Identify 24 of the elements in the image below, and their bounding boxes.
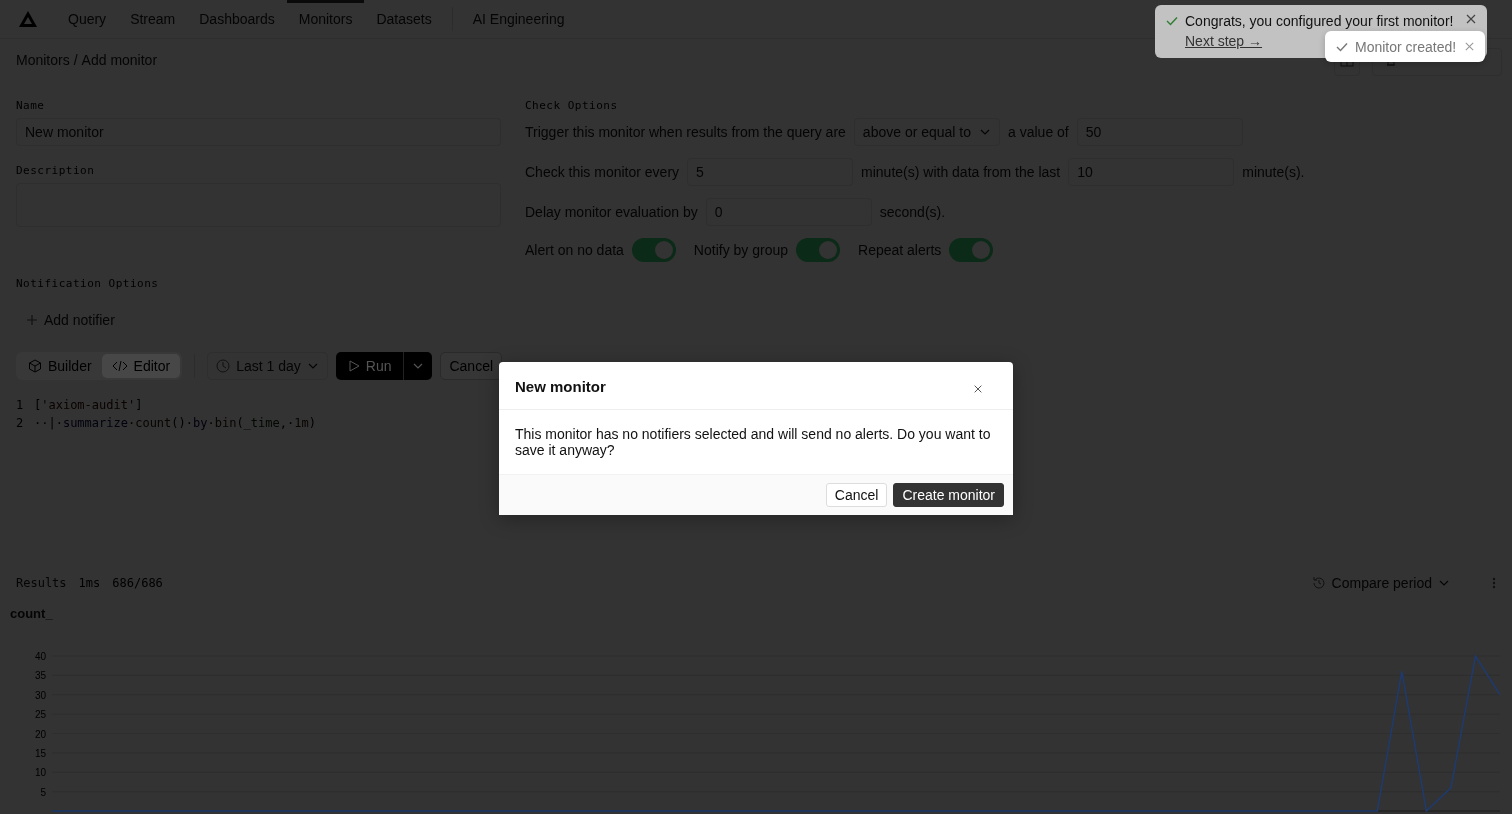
toast-message: Monitor created! xyxy=(1355,38,1457,55)
toggle-switch[interactable] xyxy=(631,238,676,262)
clock-icon xyxy=(216,359,231,373)
play-icon xyxy=(347,360,360,372)
code-icon xyxy=(111,360,128,372)
logo-icon[interactable] xyxy=(18,10,38,28)
toast-message: Congrats, you configured your first monitor! xyxy=(1185,13,1454,29)
check-icon xyxy=(1165,14,1179,28)
mode-tab[interactable]: Editor xyxy=(101,354,181,378)
toggle-switch[interactable] xyxy=(949,238,994,262)
cube-icon xyxy=(28,359,42,373)
toggle-switch[interactable] xyxy=(796,238,841,262)
close-icon[interactable] xyxy=(1465,13,1477,25)
breadcrumb-separator: / xyxy=(73,52,78,68)
plus-icon xyxy=(26,314,38,326)
mode-tab[interactable]: Builder xyxy=(18,354,102,378)
create-monitor-button[interactable]: Create monitor xyxy=(893,483,1004,507)
dialog-message: This monitor has no notifiers selected and will send no alerts. Do you want to save it anyway? xyxy=(515,426,991,458)
next-step-link[interactable]: Next step → xyxy=(1185,33,1263,49)
dialog-title: New monitor xyxy=(515,378,606,395)
history-icon xyxy=(1311,576,1326,590)
more-icon[interactable] xyxy=(1492,577,1496,589)
cancel-button[interactable]: Cancel xyxy=(825,483,888,507)
close-icon[interactable] xyxy=(973,383,983,394)
